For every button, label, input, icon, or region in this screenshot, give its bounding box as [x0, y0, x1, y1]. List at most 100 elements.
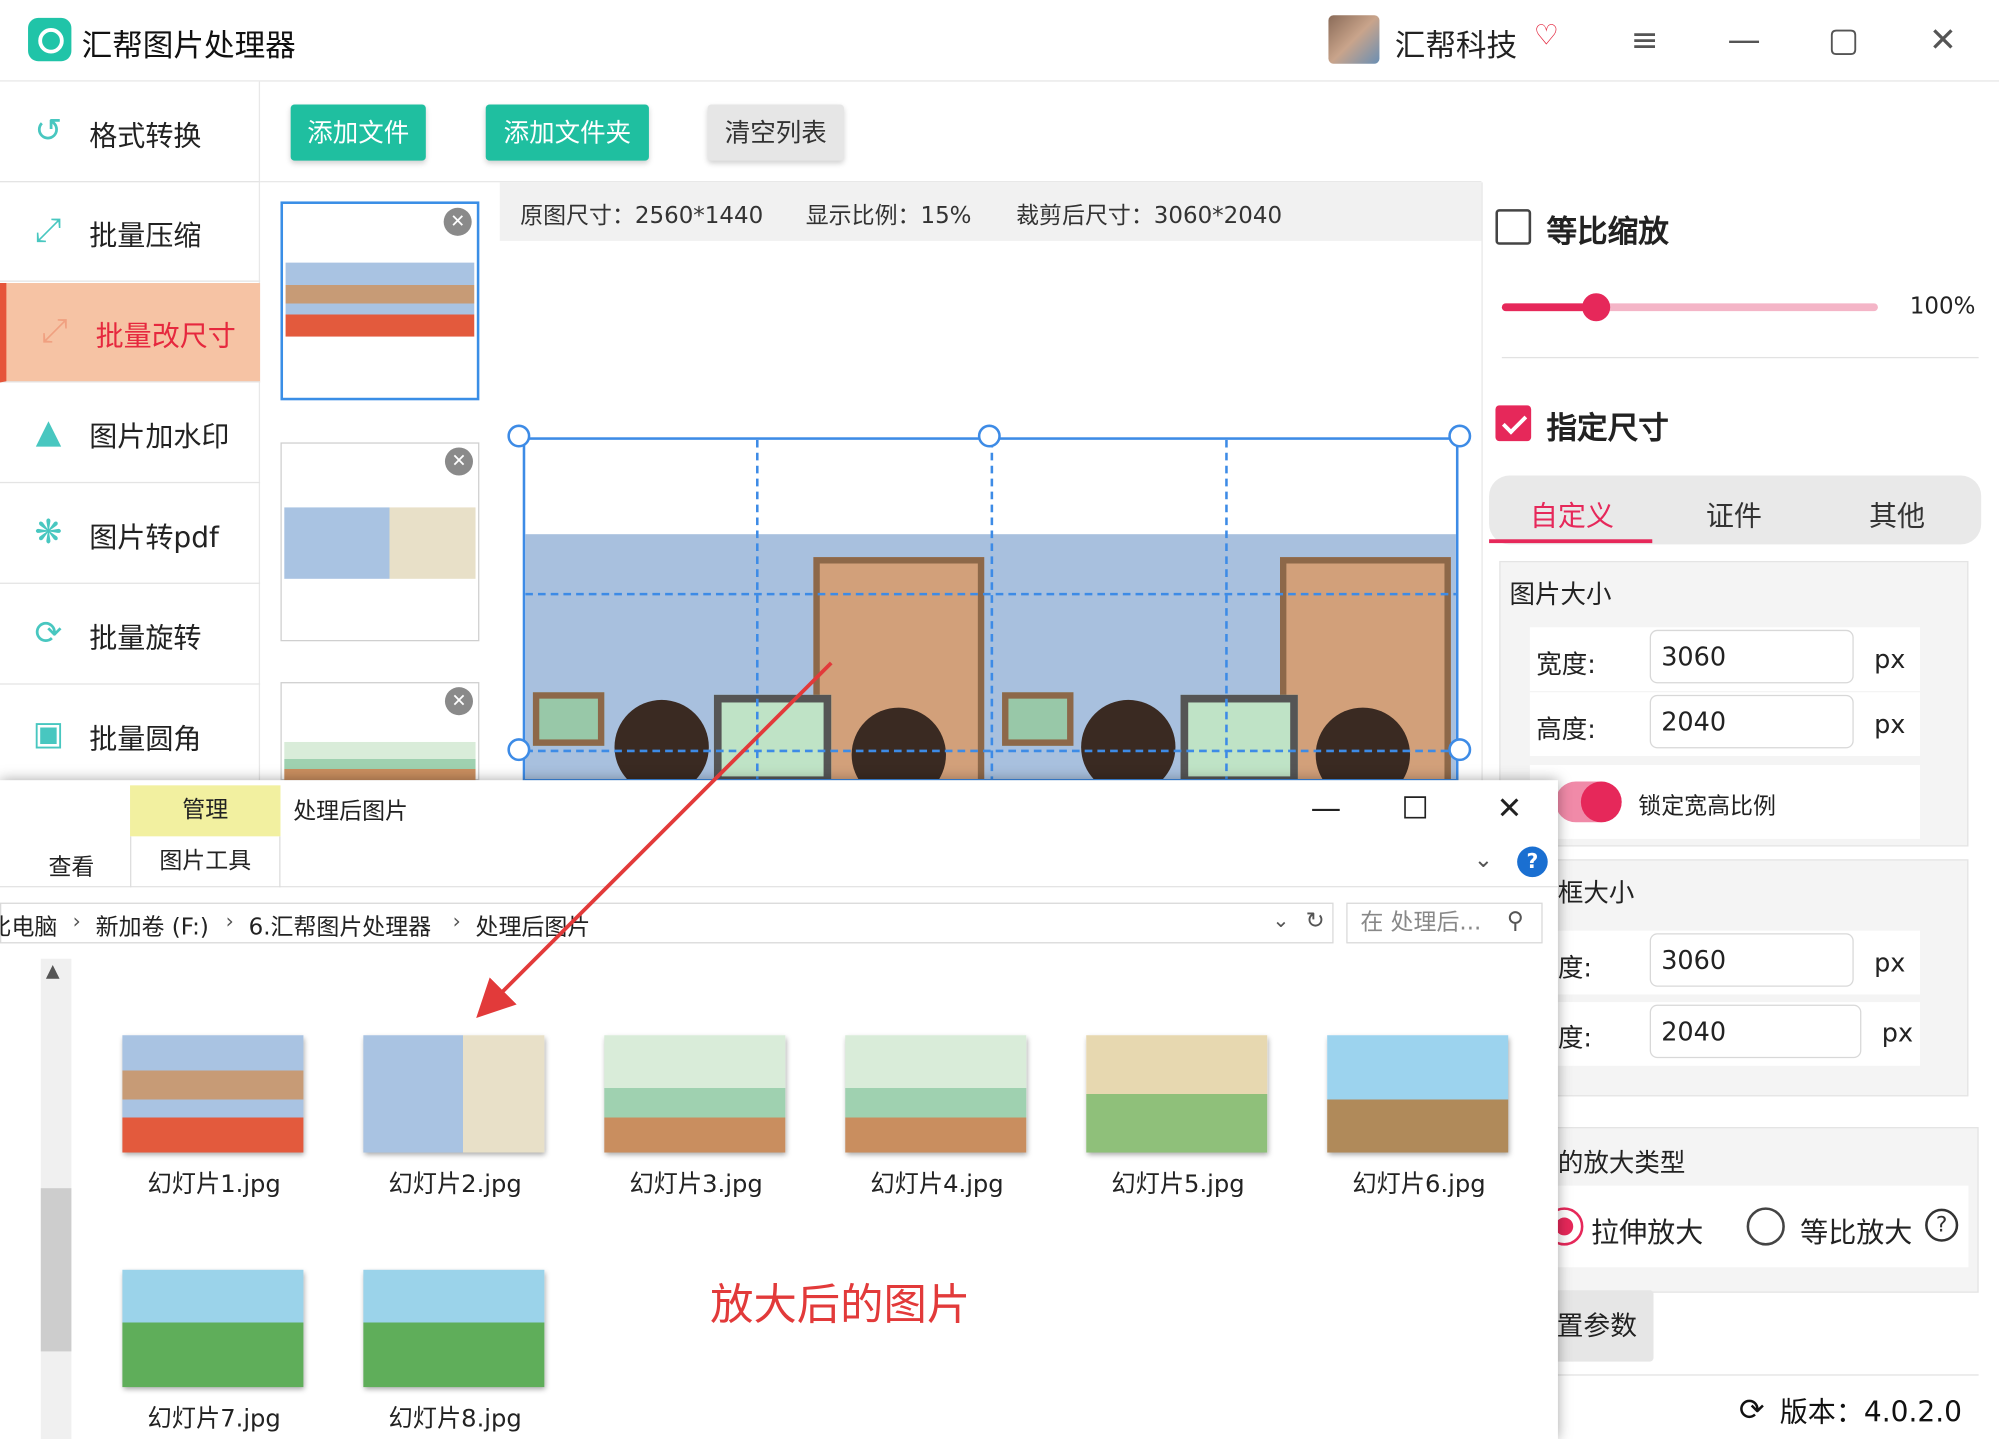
thumbnail-image	[284, 507, 476, 579]
breadcrumb-separator-icon: ›	[72, 909, 81, 934]
sidebar-item-rounded-corner[interactable]: ▣ 批量圆角	[0, 686, 261, 786]
compress-icon: ⤢	[35, 211, 62, 250]
crop-handle-top-right[interactable]	[1448, 424, 1472, 448]
update-icon[interactable]: ⟳	[1739, 1392, 1765, 1428]
file-item[interactable]: 幻灯片5.jpg	[1063, 1035, 1280, 1201]
file-item[interactable]: 幻灯片1.jpg	[99, 1035, 316, 1201]
thumbnail-2[interactable]: ✕	[280, 442, 480, 642]
file-item[interactable]: 幻灯片7.jpg	[99, 1269, 316, 1436]
sidebar-item-watermark[interactable]: ▲ 图片加水印	[0, 384, 261, 484]
thumbnail-3[interactable]: ✕	[280, 682, 480, 781]
address-dropdown-icon[interactable]: ⌄	[1272, 908, 1289, 932]
remove-icon[interactable]: ✕	[444, 447, 473, 476]
explorer-close-icon[interactable]: ✕	[1484, 790, 1535, 826]
scrollbar-thumb[interactable]	[40, 1188, 72, 1352]
file-name: 幻灯片2.jpg	[388, 1170, 522, 1199]
file-thumbnail	[604, 1035, 786, 1153]
breadcrumb-drive[interactable]: 新加卷 (F:)	[96, 909, 209, 942]
file-item[interactable]: 幻灯片2.jpg	[340, 1035, 557, 1201]
tab-manage[interactable]: 管理	[130, 785, 281, 837]
tab-id-photo[interactable]: 证件	[1706, 493, 1762, 534]
file-name: 幻灯片8.jpg	[388, 1404, 522, 1433]
proportional-zoom-radio[interactable]	[1746, 1207, 1785, 1246]
frame-height-label: 度:	[1557, 1022, 1593, 1054]
avatar[interactable]	[1328, 15, 1380, 64]
file-item[interactable]: 幻灯片4.jpg	[822, 1035, 1039, 1201]
company-name[interactable]: 汇帮科技	[1395, 20, 1517, 65]
stretch-zoom-label: 拉伸放大	[1591, 1217, 1704, 1250]
height-input[interactable]: 2040	[1649, 694, 1854, 749]
explorer-help-icon[interactable]: ?	[1517, 846, 1548, 878]
crop-handle-top[interactable]	[977, 424, 1001, 448]
sidebar-item-to-pdf[interactable]: ❋ 图片转pdf	[0, 484, 261, 584]
proportional-scale-checkbox[interactable]	[1495, 209, 1532, 245]
tab-custom[interactable]: 自定义	[1530, 493, 1614, 534]
help-icon[interactable]: ?	[1925, 1208, 1959, 1242]
vip-heart-icon[interactable]: ♡	[1534, 20, 1567, 53]
menu-icon[interactable]: ≡	[1619, 20, 1670, 61]
explorer-title: 处理后图片	[293, 798, 408, 825]
sidebar-item-batch-compress[interactable]: ⤢ 批量压缩	[0, 182, 261, 282]
cropped-size-text: 裁剪后尺寸：3060*2040	[1016, 202, 1283, 230]
file-item[interactable]: 幻灯片8.jpg	[340, 1269, 557, 1436]
sidebar-item-label: 图片加水印	[89, 421, 230, 454]
crop-handle-right[interactable]	[1448, 738, 1472, 762]
remove-icon[interactable]: ✕	[444, 687, 473, 716]
specify-size-checkbox[interactable]	[1495, 405, 1532, 442]
sidebar-item-format-convert[interactable]: ↺ 格式转换	[0, 83, 261, 183]
address-bar[interactable]: 比电脑 › 新加卷 (F:) › 6.汇帮图片处理器 › 处理后图片	[0, 902, 1334, 944]
breadcrumb-this-pc[interactable]: 比电脑	[0, 909, 57, 942]
clear-list-button[interactable]: 清空列表	[707, 104, 844, 161]
ribbon-expand-icon[interactable]: ⌄	[1474, 847, 1493, 874]
scale-slider-handle[interactable]	[1582, 293, 1611, 322]
file-thumbnail	[363, 1269, 545, 1388]
remove-icon[interactable]: ✕	[443, 207, 472, 236]
proportional-zoom-label: 等比放大	[1800, 1217, 1913, 1250]
frame-height-input[interactable]: 2040	[1649, 1004, 1862, 1059]
sidebar-item-label: 图片转pdf	[89, 522, 219, 555]
sidebar-item-batch-resize[interactable]: ⤢ 批量改尺寸	[0, 283, 261, 383]
file-name: 幻灯片3.jpg	[629, 1170, 763, 1199]
scroll-up-icon[interactable]: ▲	[46, 961, 60, 981]
sidebar-item-label: 批量旋转	[89, 623, 202, 656]
file-thumbnail	[122, 1035, 304, 1153]
frame-width-input[interactable]: 3060	[1649, 933, 1854, 987]
sidebar-item-label: 批量压缩	[89, 220, 202, 253]
add-folder-button[interactable]: 添加文件夹	[485, 104, 649, 161]
thumbnail-image	[285, 262, 475, 337]
screen-left	[713, 694, 832, 779]
file-name: 幻灯片5.jpg	[1111, 1170, 1245, 1199]
sidebar-item-label: 批量改尺寸	[95, 321, 236, 354]
file-name: 幻灯片7.jpg	[147, 1404, 281, 1433]
tab-view[interactable]: 查看	[48, 849, 94, 882]
thumbnail-image	[284, 741, 476, 781]
sidebar-item-batch-rotate[interactable]: ⟳ 批量旋转	[0, 585, 261, 685]
original-size-text: 原图尺寸：2560*1440	[520, 202, 764, 230]
width-unit: px	[1874, 643, 1906, 675]
file-name: 幻灯片6.jpg	[1352, 1170, 1486, 1199]
explorer-maximize-icon[interactable]: ☐	[1390, 790, 1441, 826]
breadcrumb-current[interactable]: 处理后图片	[476, 909, 591, 942]
lock-ratio-toggle[interactable]	[1555, 781, 1622, 823]
add-file-button[interactable]: 添加文件	[290, 104, 426, 161]
maximize-icon[interactable]: ▢	[1818, 20, 1869, 61]
crop-preview[interactable]	[522, 437, 1459, 782]
tab-other[interactable]: 其他	[1869, 493, 1925, 534]
thumbnail-1[interactable]: ✕	[280, 201, 480, 401]
explorer-minimize-icon[interactable]: —	[1300, 790, 1351, 826]
refresh-icon[interactable]: ↻	[1305, 908, 1324, 935]
picture-frame-left	[532, 692, 605, 746]
tab-picture-tools[interactable]: 图片工具	[130, 836, 281, 888]
file-thumbnail	[122, 1269, 304, 1388]
minimize-icon[interactable]: —	[1719, 20, 1770, 61]
breadcrumb-folder[interactable]: 6.汇帮图片处理器	[249, 909, 432, 942]
file-item[interactable]: 幻灯片6.jpg	[1304, 1035, 1521, 1201]
sidebar-item-label: 批量圆角	[89, 724, 202, 757]
width-input[interactable]: 3060	[1649, 629, 1854, 684]
search-icon[interactable]: ⚲	[1507, 908, 1524, 935]
file-item[interactable]: 幻灯片3.jpg	[581, 1035, 798, 1201]
breadcrumb-separator-icon: ›	[452, 909, 461, 934]
crop-handle-top-left[interactable]	[507, 424, 531, 448]
close-icon[interactable]: ✕	[1917, 20, 1968, 61]
crop-handle-left[interactable]	[507, 738, 531, 762]
